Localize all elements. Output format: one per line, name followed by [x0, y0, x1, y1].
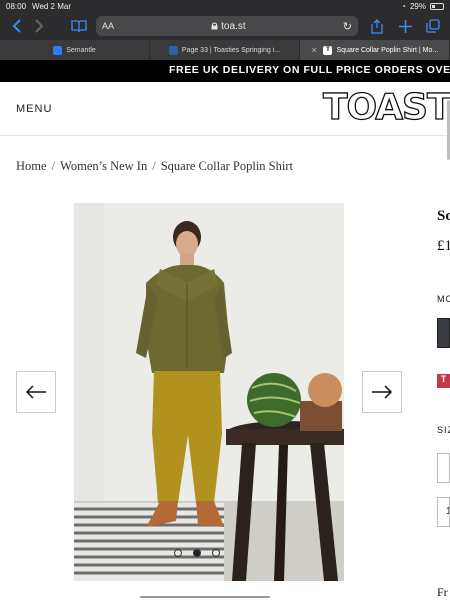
site-header: MENU TOAST — [0, 82, 450, 136]
battery-percent: 29% — [409, 1, 426, 11]
breadcrumb-separator: / — [51, 159, 56, 173]
arrow-left-icon — [25, 385, 46, 399]
size-option[interactable]: 1 — [437, 497, 450, 527]
badge: T — [437, 374, 450, 388]
reload-icon[interactable]: ↻ — [343, 20, 352, 33]
breadcrumb-home[interactable]: Home — [16, 159, 47, 174]
tab-square-collar-shirt[interactable]: ✕ T Square Collar Poplin Shirt | Mo... — [300, 40, 450, 60]
breadcrumb-current: Square Collar Poplin Shirt — [160, 159, 293, 173]
back-button[interactable] — [6, 15, 28, 37]
tabs-overview-button[interactable] — [422, 15, 444, 37]
carousel-dot-3[interactable] — [212, 549, 220, 557]
share-button[interactable] — [366, 15, 388, 37]
melon — [308, 373, 342, 407]
url-text: toa.st — [221, 20, 246, 32]
tabs-icon — [426, 19, 440, 33]
status-bar: 08:00 Wed 2 Mar ◔ 29% — [0, 0, 450, 12]
product-title: Sq — [437, 208, 450, 224]
carousel-dot-1[interactable] — [174, 549, 182, 557]
menu-button[interactable]: MENU — [16, 103, 52, 115]
status-time: 08:00 — [6, 1, 27, 11]
size-label: SIZ — [437, 425, 450, 435]
close-tab-icon[interactable]: ✕ — [311, 46, 318, 55]
tab-label: Page 33 | Toasties Springing i... — [181, 46, 281, 54]
breadcrumb-separator: / — [152, 159, 156, 173]
toast-favicon-icon: T — [323, 45, 333, 55]
product-image-gallery[interactable] — [74, 203, 344, 581]
arrow-right-icon — [372, 385, 393, 399]
next-image-button[interactable] — [362, 371, 402, 413]
semantle-favicon-icon — [53, 45, 63, 55]
bookmarks-button[interactable] — [68, 15, 90, 37]
forward-button[interactable] — [28, 15, 50, 37]
toast-logo[interactable]: TOAST — [322, 87, 450, 128]
tab-label: Semantle — [66, 46, 96, 54]
browser-toolbar: AA toa.st ↻ — [0, 12, 450, 40]
carousel-dots — [174, 549, 220, 557]
promo-text: FREE UK DELIVERY ON FULL PRICE ORDERS OV… — [169, 64, 450, 76]
reader-aa-button[interactable]: AA — [102, 21, 114, 31]
chevron-right-icon — [35, 19, 44, 33]
tab-toasties[interactable]: Page 33 | Toasties Springing i... — [150, 40, 300, 60]
new-tab-button[interactable] — [394, 15, 416, 37]
wifi-icon: ◔ — [401, 1, 406, 11]
browser-tabs: Semantle Page 33 | Toasties Springing i.… — [0, 40, 450, 60]
tab-semantle[interactable]: Semantle — [0, 40, 150, 60]
colour-swatch[interactable] — [437, 318, 450, 348]
battery-icon — [430, 2, 444, 10]
status-date: Wed 2 Mar — [32, 1, 72, 11]
book-icon — [71, 19, 87, 32]
address-bar[interactable]: AA toa.st ↻ — [96, 16, 358, 36]
chevron-left-icon — [12, 19, 21, 33]
promo-banner: FREE UK DELIVERY ON FULL PRICE ORDERS OV… — [0, 60, 450, 82]
delivery-note: Fr — [437, 585, 448, 599]
colour-label: MO — [437, 294, 450, 304]
lock-icon — [211, 22, 218, 30]
size-select[interactable] — [437, 453, 450, 483]
share-icon — [371, 18, 383, 34]
carousel-dot-2[interactable] — [193, 549, 201, 557]
breadcrumb: Home / Women’s New In / Square Collar Po… — [16, 159, 293, 174]
forum-favicon-icon — [168, 45, 178, 55]
breadcrumb-womens-new-in[interactable]: Women’s New In — [60, 159, 147, 174]
product-photo — [74, 203, 344, 581]
product-price: £1 — [437, 238, 450, 254]
plus-icon — [398, 19, 412, 33]
home-indicator[interactable] — [140, 596, 270, 598]
tab-label: Square Collar Poplin Shirt | Mo... — [336, 46, 439, 54]
previous-image-button[interactable] — [16, 371, 56, 413]
